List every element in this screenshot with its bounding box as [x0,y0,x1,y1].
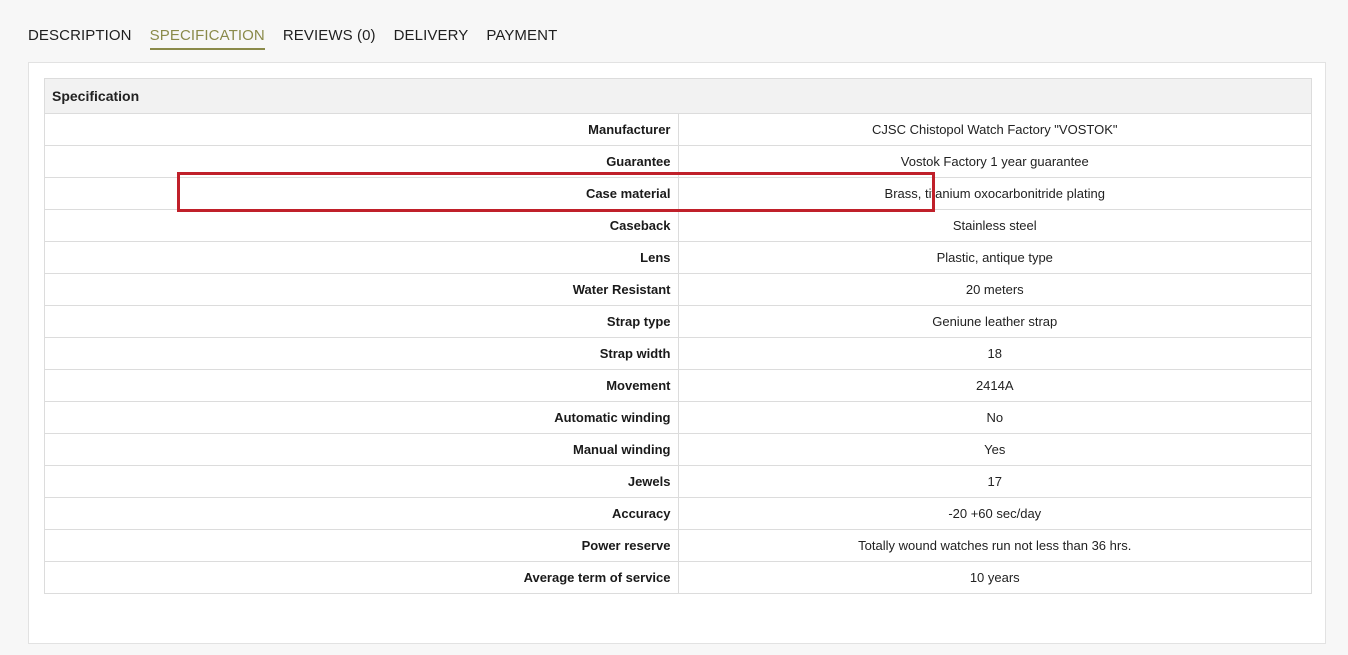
spec-value: -20 +60 sec/day [677,497,1312,530]
spec-value: Brass, titanium oxocarbonitride plating [677,177,1312,210]
spec-label: Strap width [44,337,679,370]
spec-value: CJSC Chistopol Watch Factory "VOSTOK" [677,113,1312,146]
spec-value: 10 years [677,561,1312,594]
spec-label: Power reserve [44,529,679,562]
spec-label: Manufacturer [44,113,679,146]
table-row: Lens Plastic, antique type [44,241,1312,274]
spec-label: Lens [44,241,679,274]
table-row: Strap type Geniune leather strap [44,305,1312,338]
specification-heading: Specification [44,78,1312,114]
spec-value: 18 [677,337,1312,370]
spec-label: Accuracy [44,497,679,530]
tab-payment[interactable]: PAYMENT [486,0,557,50]
table-row: Case material Brass, titanium oxocarbonit… [44,177,1312,210]
table-header-row: Specification [44,78,1312,114]
spec-value: 20 meters [677,273,1312,306]
tab-reviews[interactable]: REVIEWS (0) [283,0,376,50]
table-row: Caseback Stainless steel [44,209,1312,242]
spec-label: Jewels [44,465,679,498]
spec-label: Water Resistant [44,273,679,306]
table-row: Manual winding Yes [44,433,1312,466]
tab-description[interactable]: DESCRIPTION [28,0,132,50]
tab-delivery[interactable]: DELIVERY [394,0,469,50]
spec-label: Average term of service [44,561,679,594]
spec-value: 2414A [677,369,1312,402]
spec-value: Geniune leather strap [677,305,1312,338]
specification-panel: Specification Manufacturer CJSC Chistopol… [28,62,1326,644]
spec-label: Automatic winding [44,401,679,434]
table-row: Strap width 18 [44,337,1312,370]
table-row: Water Resistant 20 meters [44,273,1312,306]
spec-label: Strap type [44,305,679,338]
specification-table: Specification Manufacturer CJSC Chistopol… [44,78,1312,594]
table-row: Automatic winding No [44,401,1312,434]
spec-value: Stainless steel [677,209,1312,242]
spec-value: Vostok Factory 1 year guarantee [677,145,1312,178]
spec-label: Manual winding [44,433,679,466]
spec-value: Totally wound watches run not less than … [677,529,1312,562]
table-row: Jewels 17 [44,465,1312,498]
spec-label: Case material [44,177,679,210]
table-row: Movement 2414A [44,369,1312,402]
spec-label: Guarantee [44,145,679,178]
spec-label: Movement [44,369,679,402]
spec-value: Yes [677,433,1312,466]
product-tabs: DESCRIPTION SPECIFICATION REVIEWS (0) DE… [28,0,575,52]
table-row: Manufacturer CJSC Chistopol Watch Factory… [44,113,1312,146]
table-row: Power reserve Totally wound watches run n… [44,529,1312,562]
table-row: Guarantee Vostok Factory 1 year guarantee [44,145,1312,178]
spec-value: 17 [677,465,1312,498]
spec-value: No [677,401,1312,434]
table-row: Accuracy -20 +60 sec/day [44,497,1312,530]
table-row: Average term of service 10 years [44,561,1312,594]
tab-specification[interactable]: SPECIFICATION [149,0,265,50]
spec-label: Caseback [44,209,679,242]
spec-value: Plastic, antique type [677,241,1312,274]
